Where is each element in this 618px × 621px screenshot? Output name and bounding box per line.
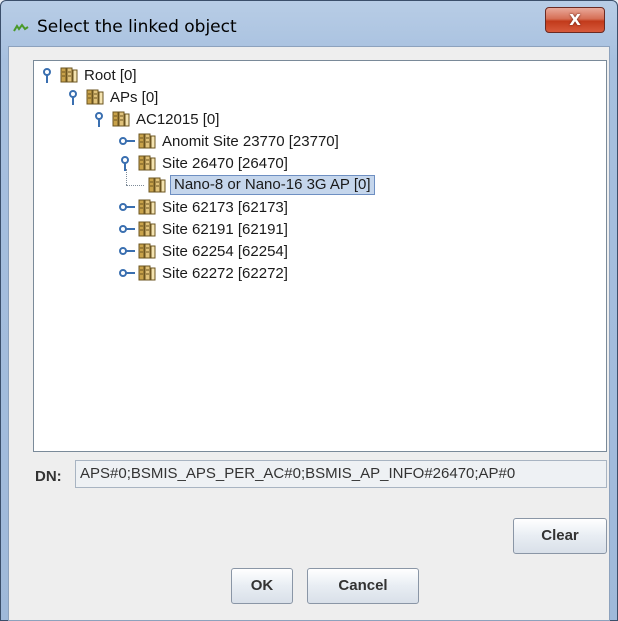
tree-node[interactable]: Anomit Site 23770 [23770]: [118, 131, 594, 153]
tree-node[interactable]: APs [0]: [66, 87, 594, 109]
collapse-toggle-icon[interactable]: [66, 89, 84, 105]
linked-object-icon: [13, 23, 29, 32]
tree-node[interactable]: Site 26470 [26470]: [118, 153, 594, 175]
expand-toggle-icon[interactable]: [118, 265, 136, 281]
object-folder-icon: [138, 264, 156, 282]
tree-node-label: Anomit Site 23770 [23770]: [162, 133, 339, 150]
expand-toggle-icon[interactable]: [118, 221, 136, 237]
tree-node-label: Root [0]: [84, 67, 137, 84]
tree-node[interactable]: Site 62272 [62272]: [118, 263, 594, 285]
object-folder-icon: [86, 88, 104, 106]
tree-node[interactable]: Site 62191 [62191]: [118, 219, 594, 241]
tree-node-label: Nano-8 or Nano-16 3G AP [0]: [170, 175, 375, 195]
collapse-toggle-icon[interactable]: [118, 155, 136, 171]
close-button[interactable]: X: [545, 7, 605, 33]
expand-toggle-icon[interactable]: [118, 199, 136, 215]
dn-field[interactable]: APS#0;BSMIS_APS_PER_AC#0;BSMIS_AP_INFO#2…: [75, 460, 607, 488]
clear-button[interactable]: Clear: [513, 518, 607, 554]
tree-connector: [126, 169, 127, 185]
ok-button[interactable]: OK: [231, 568, 293, 604]
tree-node[interactable]: Root [0]: [40, 65, 594, 87]
tree-node-label: APs [0]: [110, 89, 159, 106]
tree-node[interactable]: Site 62254 [62254]: [118, 241, 594, 263]
object-folder-icon: [138, 220, 156, 238]
object-folder-icon: [138, 132, 156, 150]
object-folder-icon: [138, 154, 156, 172]
object-folder-icon: [60, 66, 78, 84]
collapse-toggle-icon[interactable]: [40, 67, 58, 83]
object-folder-icon: [138, 242, 156, 260]
cancel-button[interactable]: Cancel: [307, 568, 419, 604]
object-folder-icon: [138, 198, 156, 216]
object-tree[interactable]: Root [0] APs [0] AC12015 [0] Anomit Site 23…: [33, 60, 607, 452]
object-folder-icon: [148, 176, 166, 194]
tree-node-label: Site 62173 [62173]: [162, 199, 288, 216]
tree-connector: [126, 185, 144, 186]
expand-toggle-icon[interactable]: [118, 243, 136, 259]
object-folder-icon: [112, 110, 130, 128]
tree-node-label: Site 62254 [62254]: [162, 243, 288, 260]
tree-node-label: Site 62272 [62272]: [162, 265, 288, 282]
dialog-title: Select the linked object: [37, 17, 237, 37]
expand-toggle-icon[interactable]: [118, 133, 136, 149]
tree-node-label: Site 26470 [26470]: [162, 155, 288, 172]
tree-node[interactable]: AC12015 [0]: [92, 109, 594, 131]
dn-label: DN:: [35, 468, 62, 485]
tree-node-label: Site 62191 [62191]: [162, 221, 288, 238]
collapse-toggle-icon[interactable]: [92, 111, 110, 127]
tree-node[interactable]: Nano-8 or Nano-16 3G AP [0]: [126, 169, 594, 197]
tree-node[interactable]: Site 62173 [62173]: [118, 197, 594, 219]
tree-node-label: AC12015 [0]: [136, 111, 220, 128]
title-bar[interactable]: Select the linked object X: [1, 1, 617, 47]
dialog-content: Root [0] APs [0] AC12015 [0] Anomit Site 23…: [8, 46, 610, 621]
